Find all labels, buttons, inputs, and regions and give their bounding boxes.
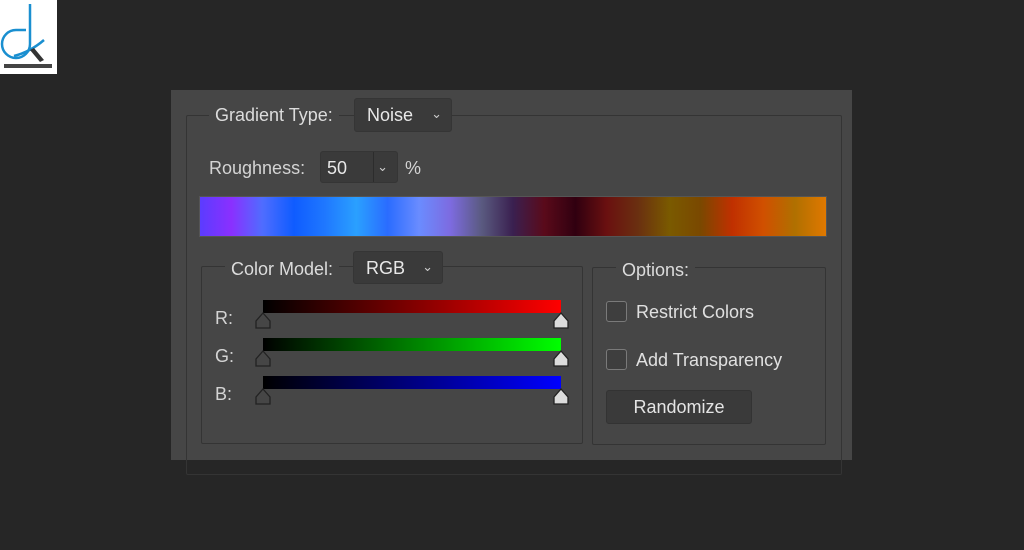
gradient-type-label: Gradient Type: bbox=[209, 105, 339, 126]
slider-stop-max-icon[interactable] bbox=[552, 388, 570, 406]
chevron-down-icon: ⌄ bbox=[431, 106, 442, 121]
slider-stop-max-icon[interactable] bbox=[552, 350, 570, 368]
add-transparency-label: Add Transparency bbox=[636, 350, 783, 370]
slider-stop-min-icon[interactable] bbox=[254, 350, 272, 368]
channel-label-g: G: bbox=[215, 346, 235, 366]
noise-gradient-preview bbox=[199, 196, 827, 237]
color-model-select[interactable]: RGB ⌄ bbox=[353, 251, 443, 284]
roughness-input[interactable]: 50 ⌄ bbox=[320, 151, 398, 183]
gradient-type-select[interactable]: Noise ⌄ bbox=[354, 98, 452, 132]
color-model-label: Color Model: bbox=[225, 259, 340, 280]
channel-label-b: B: bbox=[215, 384, 233, 404]
roughness-unit: % bbox=[405, 158, 422, 178]
channel-label-r: R: bbox=[215, 308, 233, 328]
chevron-down-icon: ⌄ bbox=[422, 259, 433, 274]
options-label: Options: bbox=[616, 260, 696, 281]
slider-stop-min-icon[interactable] bbox=[254, 312, 272, 330]
randomize-button[interactable]: Randomize bbox=[606, 390, 752, 424]
chevron-down-icon[interactable]: ⌄ bbox=[377, 151, 388, 183]
add-transparency-checkbox[interactable] bbox=[606, 349, 627, 370]
roughness-value: 50 bbox=[327, 158, 348, 178]
color-model-value: RGB bbox=[366, 258, 406, 278]
restrict-colors-label: Restrict Colors bbox=[636, 302, 755, 322]
gradient-type-value: Noise bbox=[367, 105, 414, 125]
channel-slider-b[interactable] bbox=[263, 376, 561, 389]
slider-stop-min-icon[interactable] bbox=[254, 388, 272, 406]
slider-stop-max-icon[interactable] bbox=[552, 312, 570, 330]
roughness-label: Roughness: bbox=[209, 158, 306, 178]
logo bbox=[0, 0, 57, 74]
restrict-colors-checkbox[interactable] bbox=[606, 301, 627, 322]
channel-slider-g[interactable] bbox=[263, 338, 561, 351]
channel-slider-r[interactable] bbox=[263, 300, 561, 313]
